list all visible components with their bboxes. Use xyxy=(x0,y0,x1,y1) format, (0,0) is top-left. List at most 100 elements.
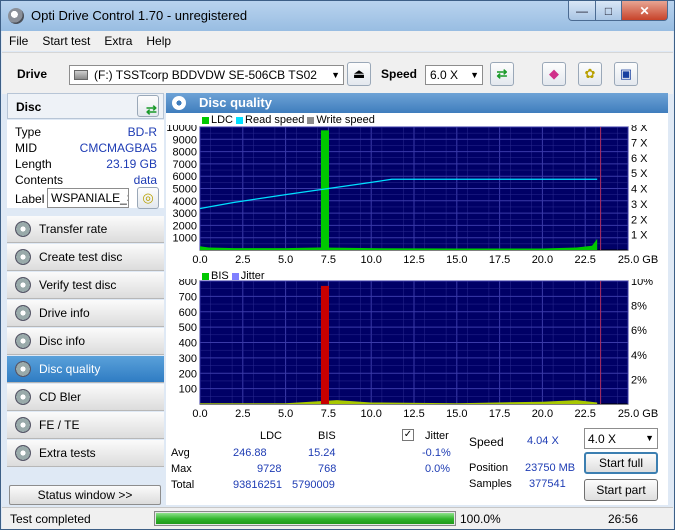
y2-tick-label: 1 X xyxy=(631,230,648,242)
nav-fe-te[interactable]: FE / TE xyxy=(7,412,164,439)
position-value: 23750 MB xyxy=(525,462,576,474)
max-ldc: 9728 xyxy=(257,463,282,475)
mid-label: MID xyxy=(15,141,37,155)
disc-info: Type BD-R MID CMCMAGBA5 Length 23.19 GB Con… xyxy=(7,120,164,209)
eraser-icon: ◆ xyxy=(549,66,559,81)
y-tick-label: 7000 xyxy=(173,159,197,171)
length-value: 23.19 GB xyxy=(106,157,157,171)
drive-select-value: (F:) TSSTcorp BDDVDW SE-506CB TS02 xyxy=(94,68,317,82)
y-tick-label: 10000 xyxy=(166,125,197,134)
jitter-checkbox[interactable]: ✓ xyxy=(402,429,414,441)
eject-button[interactable]: ⏏ xyxy=(347,62,371,86)
refresh-speed-button[interactable]: ⇄ xyxy=(490,62,514,86)
ldc-chart: 0.0 2.5 5.0 7.5 10.0 12.5 15.0 17.5 20.0 22.5 25.0… xyxy=(166,125,658,266)
speed-select[interactable]: 6.0 X ▼ xyxy=(425,65,483,85)
disc-icon xyxy=(15,305,31,321)
mid-value: CMCMAGBA5 xyxy=(79,141,157,155)
y-tick-label: 700 xyxy=(179,291,197,303)
position-label: Position xyxy=(469,462,509,474)
status-text: Test completed xyxy=(10,512,91,526)
title-bar: Opti Drive Control 1.70 - unregistered —… xyxy=(1,1,674,31)
x-tick-label: 22.5 xyxy=(574,408,595,420)
x-tick-label: 5.0 xyxy=(278,408,293,420)
menu-start-test[interactable]: Start test xyxy=(35,34,97,48)
contents-value: data xyxy=(133,173,157,187)
y-tick-label: 3000 xyxy=(173,208,197,220)
total-label: Total xyxy=(171,479,195,491)
menu-file[interactable]: File xyxy=(2,34,35,48)
nav-extra-tests[interactable]: Extra tests xyxy=(7,440,164,467)
drive-select[interactable]: (F:) TSSTcorp BDDVDW SE-506CB TS02 ▼ xyxy=(69,65,344,85)
disc-icon xyxy=(15,277,31,293)
nav-label: Transfer rate xyxy=(39,222,108,236)
close-button[interactable]: ✕ xyxy=(621,1,668,21)
nav-drive-info[interactable]: Drive info xyxy=(7,300,164,327)
save-button[interactable]: ▣ xyxy=(614,62,638,86)
x-tick-label: 5.0 xyxy=(278,254,293,266)
y-tick-label: 6000 xyxy=(173,171,197,183)
menu-bar: File Start test Extra Help xyxy=(2,31,673,51)
type-label: Type xyxy=(15,125,42,139)
test-speed-select[interactable]: 4.0 X ▼ xyxy=(584,428,658,449)
max-bis: 768 xyxy=(318,463,337,475)
nav-label: Disc info xyxy=(39,334,86,348)
x-tick-label: 0.0 xyxy=(192,254,207,266)
col-ldc: LDC xyxy=(260,430,283,442)
menu-extra[interactable]: Extra xyxy=(97,34,139,48)
erase-button[interactable]: ◆ xyxy=(542,62,566,86)
y2-tick-label: 6 X xyxy=(631,153,648,165)
x-tick-label: 7.5 xyxy=(321,254,336,266)
x-tick-label: 12.5 xyxy=(403,254,424,266)
nav-create-test-disc[interactable]: Create test disc xyxy=(7,244,164,271)
speed-label: Speed xyxy=(381,67,418,81)
label-disc-button[interactable]: ◎ xyxy=(137,187,159,209)
floppy-icon: ▣ xyxy=(619,66,633,81)
refresh-disc-button[interactable]: ⇄ xyxy=(137,95,159,117)
disc-icon xyxy=(172,96,186,110)
x-tick-label: 15.0 xyxy=(446,254,467,266)
nav-label: CD Bler xyxy=(39,390,82,404)
x-tick-label: 2.5 xyxy=(235,254,250,266)
avg-jitter: -0.1% xyxy=(422,447,451,459)
status-window-button[interactable]: Status window >> xyxy=(9,485,161,505)
x-tick-label: 10.0 xyxy=(360,408,381,420)
refresh-icon: ⇄ xyxy=(146,102,157,117)
label-input[interactable]: WSPANIALE_SEZONY xyxy=(47,188,129,208)
nav-label: Drive info xyxy=(39,306,90,320)
y-tick-label: 1000 xyxy=(173,233,197,245)
nav-cd-bler[interactable]: CD Bler xyxy=(7,384,164,411)
start-full-button[interactable]: Start full xyxy=(584,452,658,474)
sidebar: Disc ⇄ Type BD-R MID CMCMAGBA5 Length 23.19… xyxy=(7,93,164,505)
maximize-button[interactable]: □ xyxy=(595,1,622,21)
disc-mid-row: MID CMCMAGBA5 xyxy=(15,141,161,155)
y-tick-label: 100 xyxy=(179,384,197,396)
nav-verify-test-disc[interactable]: Verify test disc xyxy=(7,272,164,299)
minimize-button[interactable]: — xyxy=(568,1,596,21)
start-part-button[interactable]: Start part xyxy=(584,479,658,501)
speed-stat-label: Speed xyxy=(469,435,504,449)
menu-help[interactable]: Help xyxy=(139,34,178,48)
y-tick-label: 600 xyxy=(179,307,197,319)
panel-title: Disc quality xyxy=(199,95,272,110)
max-jitter: 0.0% xyxy=(425,463,451,475)
window-title: Opti Drive Control 1.70 - unregistered xyxy=(31,8,248,23)
disc-quality-panel: Disc quality LDC Read speed Write speed … xyxy=(166,93,668,505)
progress-bar xyxy=(154,511,456,526)
y-tick-label: 8000 xyxy=(173,147,197,159)
settings-button[interactable]: ✿ xyxy=(578,62,602,86)
total-ldc: 93816251 xyxy=(233,479,282,491)
progress-fill xyxy=(156,513,454,524)
nav-label: Create test disc xyxy=(39,250,123,264)
y2-tick-label: 6% xyxy=(631,325,647,337)
disc-icon xyxy=(15,221,31,237)
nav-transfer-rate[interactable]: Transfer rate xyxy=(7,216,164,243)
nav-disc-info[interactable]: Disc info xyxy=(7,328,164,355)
disc-contents-row: Contents data xyxy=(15,173,161,187)
nav-disc-quality[interactable]: Disc quality xyxy=(7,356,164,383)
col-bis: BIS xyxy=(318,430,336,442)
refresh-icon: ⇄ xyxy=(496,66,508,81)
y2-tick-label: 2% xyxy=(631,374,647,386)
y-tick-label: 9000 xyxy=(173,134,197,146)
samples-value: 377541 xyxy=(529,478,566,490)
type-value: BD-R xyxy=(127,125,157,139)
